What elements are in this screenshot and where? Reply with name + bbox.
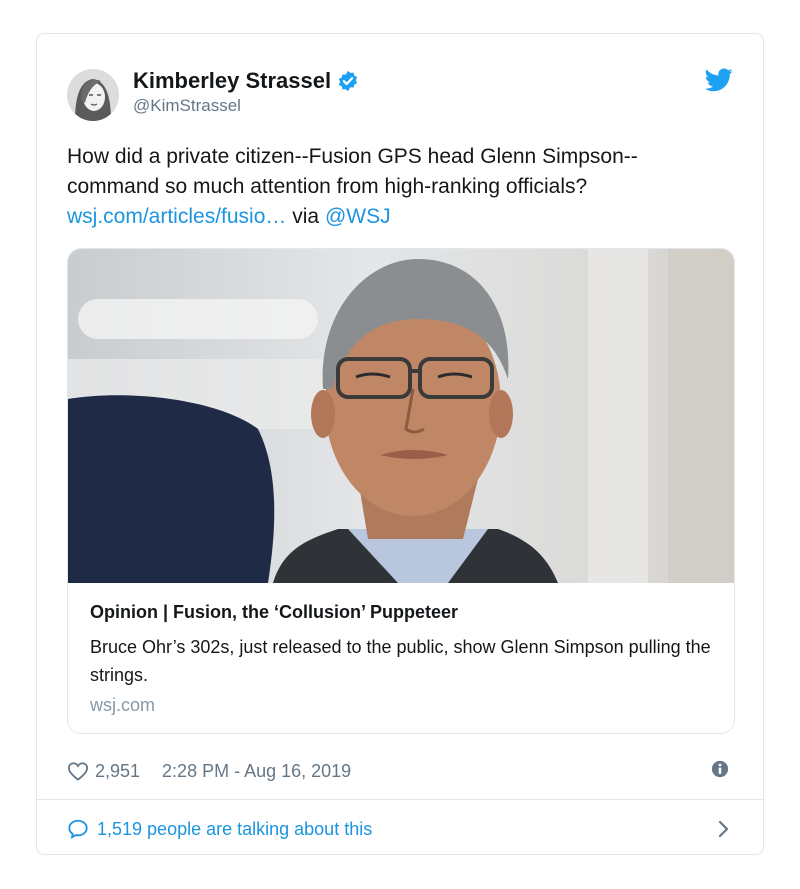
avatar[interactable] bbox=[67, 69, 119, 121]
timestamp[interactable]: 2:28 PM - Aug 16, 2019 bbox=[162, 761, 351, 782]
conversation-row[interactable]: 1,519 people are talking about this bbox=[67, 814, 735, 844]
avatar-image bbox=[67, 69, 119, 121]
mention-link[interactable]: @WSJ bbox=[325, 205, 391, 228]
heart-icon[interactable] bbox=[67, 761, 89, 781]
author-name[interactable]: Kimberley Strassel bbox=[133, 68, 331, 94]
divider bbox=[37, 799, 763, 800]
tweet-text-line-1: How did a private citizen--Fusion GPS he… bbox=[67, 145, 638, 168]
info-icon[interactable] bbox=[711, 760, 729, 778]
talking-count[interactable]: 1,519 people are talking about this bbox=[97, 819, 372, 840]
author-handle[interactable]: @KimStrassel bbox=[133, 96, 241, 116]
chevron-right-icon[interactable] bbox=[717, 819, 731, 839]
link-card-domain: wsj.com bbox=[90, 695, 156, 715]
tweet-meta-row: 2,951 2:28 PM - Aug 16, 2019 bbox=[67, 756, 735, 786]
tweet-text-line-2: command so much attention from high-rank… bbox=[67, 175, 588, 198]
tweet-embed-card: Kimberley Strassel @KimStrassel How did … bbox=[36, 33, 764, 855]
speech-bubble-icon bbox=[68, 819, 88, 840]
like-count[interactable]: 2,951 bbox=[95, 761, 140, 782]
article-photo bbox=[68, 249, 734, 583]
link-card-description: Bruce Ohr’s 302s, just released to the p… bbox=[90, 637, 711, 685]
tweet-text: How did a private citizen--Fusion GPS he… bbox=[67, 142, 737, 232]
verified-badge-icon bbox=[339, 70, 358, 92]
link-preview-card[interactable]: Opinion | Fusion, the ‘Collusion’ Puppet… bbox=[67, 248, 735, 734]
article-link[interactable]: wsj.com/articles/fusio… bbox=[67, 205, 286, 228]
author-name-row: Kimberley Strassel bbox=[133, 68, 359, 94]
via-text: via bbox=[292, 205, 320, 228]
link-card-body: Opinion | Fusion, the ‘Collusion’ Puppet… bbox=[68, 583, 734, 733]
link-card-title[interactable]: Opinion | Fusion, the ‘Collusion’ Puppet… bbox=[90, 601, 714, 623]
twitter-bird-icon[interactable] bbox=[705, 68, 733, 92]
tweet-text-line-3: wsj.com/articles/fusio… via @WSJ bbox=[67, 202, 737, 232]
